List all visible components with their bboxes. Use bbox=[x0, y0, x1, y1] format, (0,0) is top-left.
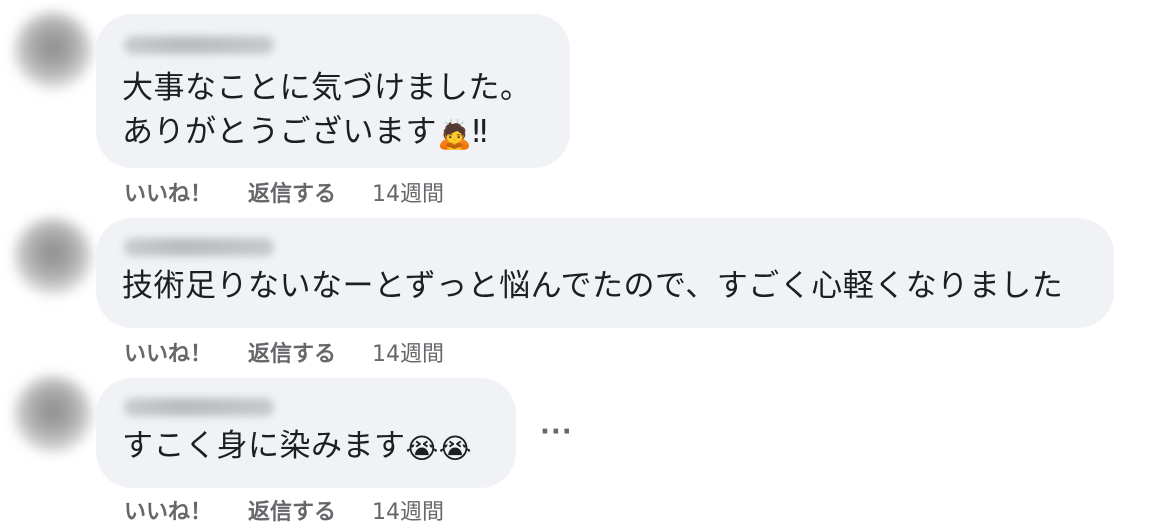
crying-emoji: 😭😭 bbox=[405, 432, 472, 465]
comment-text: 技術足りないなーとずっと悩んでたので、すごく心軽くなりました bbox=[122, 268, 1064, 304]
comment-actions: いいね！ 返信する 14週間 bbox=[124, 494, 480, 526]
comment-text: 大事なことに気づけました。 ありがとうございます🙇‼ bbox=[122, 66, 546, 157]
comment-text-line1: 大事なことに気づけました。 bbox=[122, 70, 532, 106]
comment-text: すこく身に染みます😭😭 bbox=[122, 424, 492, 471]
bowing-emoji: 🙇 bbox=[437, 118, 473, 151]
exclamation-mark: ‼ bbox=[472, 114, 488, 150]
timestamp[interactable]: 14週間 bbox=[372, 336, 444, 368]
comment-bubble: 技術足りないなーとずっと悩んでたので、すごく心軽くなりました bbox=[96, 218, 1114, 328]
avatar[interactable] bbox=[14, 376, 92, 454]
reply-button[interactable]: 返信する bbox=[248, 176, 336, 208]
like-button[interactable]: いいね！ bbox=[124, 494, 212, 526]
commenter-name[interactable] bbox=[124, 238, 274, 256]
commenter-name[interactable] bbox=[124, 398, 274, 416]
more-options-icon[interactable]: ··· bbox=[540, 417, 573, 447]
like-button[interactable]: いいね！ bbox=[124, 176, 212, 208]
comment-text-line2: ありがとうございます bbox=[122, 114, 437, 150]
comment-bubble: 大事なことに気づけました。 ありがとうございます🙇‼ bbox=[96, 14, 570, 168]
avatar[interactable] bbox=[14, 218, 92, 296]
comment-text-line1: すこく身に染みます bbox=[122, 428, 406, 464]
commenter-name[interactable] bbox=[124, 36, 274, 54]
reply-button[interactable]: 返信する bbox=[248, 336, 336, 368]
timestamp[interactable]: 14週間 bbox=[372, 176, 444, 208]
reply-button[interactable]: 返信する bbox=[248, 494, 336, 526]
comment-bubble: すこく身に染みます😭😭 bbox=[96, 378, 516, 488]
timestamp[interactable]: 14週間 bbox=[372, 494, 444, 526]
avatar[interactable] bbox=[14, 12, 92, 90]
comment-actions: いいね！ 返信する 14週間 bbox=[124, 336, 480, 368]
comment-actions: いいね！ 返信する 14週間 bbox=[124, 176, 480, 208]
like-button[interactable]: いいね！ bbox=[124, 336, 212, 368]
